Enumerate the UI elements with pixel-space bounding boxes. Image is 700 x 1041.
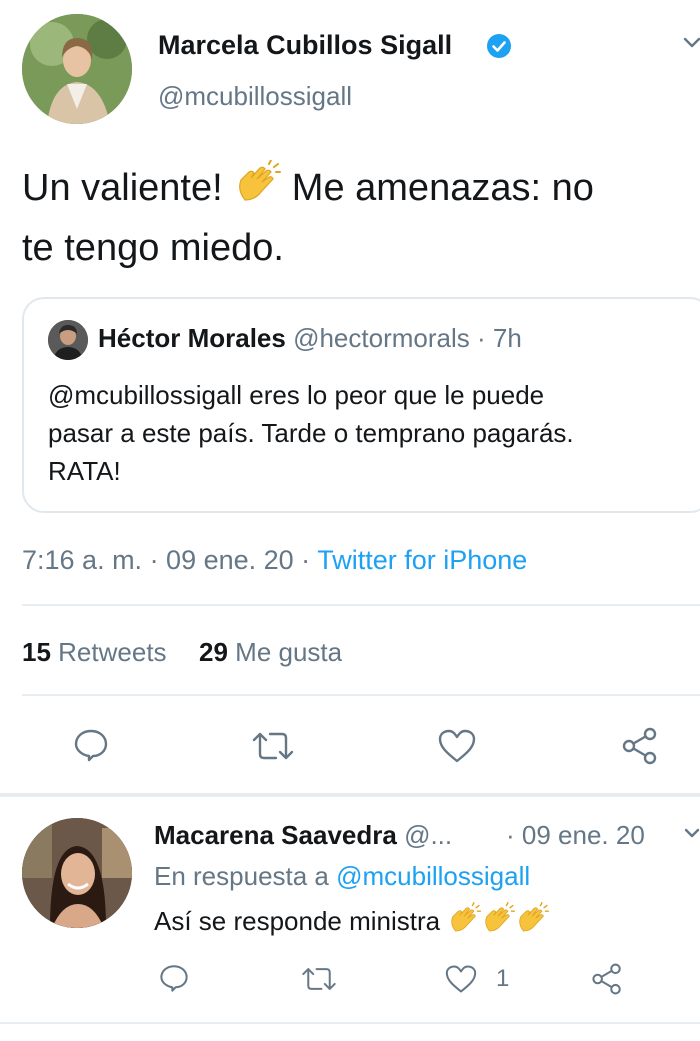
likes-stat[interactable]: 29 Me gusta [199,637,342,667]
quoted-text-line2: pasar a este país. Tarde o temprano paga… [48,418,574,448]
reply-date[interactable]: · 09 ene. 20 [506,818,645,852]
reply-like-count: 1 [496,965,510,992]
heart-icon[interactable] [437,728,477,764]
reply-share-icon[interactable] [590,962,624,996]
quoted-text: @mcubillossigall eres lo peor que le pue… [48,376,688,490]
quoted-text-line3: RATA! [48,456,121,486]
likes-count: 29 [199,637,228,667]
reply-to-label: En respuesta a [154,861,329,891]
tweet-stats: 15 Retweets 29 Me gusta [22,636,342,668]
quoted-header: Héctor Morales @hectormorals · 7h [98,321,522,355]
share-icon[interactable] [620,726,660,766]
reply-author-handle[interactable]: @... [404,820,452,850]
reply-author-avatar[interactable] [22,818,132,928]
retweet-icon[interactable] [250,728,296,764]
clapping-hands-emoji [481,902,516,946]
tweet-timestamp[interactable]: 7:16 a. m. · 09 ene. 20 · [22,545,317,575]
reply-context: En respuesta a @mcubillossigall [154,859,530,893]
reply-text: Así se responde ministra [154,902,550,946]
tweet-text-part1: Un valiente! [22,167,223,209]
clapping-hands-emoji [515,902,550,946]
reply-to-handle[interactable]: @mcubillossigall [336,861,530,891]
divider [22,604,700,606]
reply-text-content: Así se responde ministra [154,906,441,936]
divider [0,1022,700,1024]
tweet-source[interactable]: Twitter for iPhone [317,545,527,575]
reply-icon[interactable] [72,726,110,764]
reply-chevron-icon[interactable] [684,826,700,840]
quoted-author-name[interactable]: Héctor Morales [98,323,286,353]
verified-badge-icon [486,33,512,59]
reply-author-name[interactable]: Macarena Saavedra [154,820,397,850]
retweets-stat[interactable]: 15 Retweets [22,637,167,667]
quoted-author-handle[interactable]: @hectormorals [293,323,470,353]
retweets-count: 15 [22,637,51,667]
tweet-menu-chevron-icon[interactable] [682,34,700,50]
quoted-time: · 7h [469,323,522,353]
author-avatar[interactable] [22,14,132,124]
tweet-text-part3: te tengo miedo. [22,227,284,269]
reply-reply-icon[interactable] [158,962,190,994]
reply-heart-icon[interactable] [444,964,478,994]
likes-label: Me gusta [235,637,343,667]
tweet-meta: 7:16 a. m. · 09 ene. 20 · Twitter for iP… [22,543,527,577]
clapping-hands-emoji [447,902,482,946]
tweet-text-part2: Me amenazas: no [291,167,594,209]
reply-retweet-icon[interactable] [300,964,338,994]
divider [0,793,700,797]
tweet-text: Un valiente! Me amenazas: no te tengo mi… [22,159,692,275]
author-handle[interactable]: @mcubillossigall [158,80,352,112]
retweets-label: Retweets [58,637,167,667]
clapping-hands-emoji [233,159,282,221]
author-name[interactable]: Marcela Cubillos Sigall [158,28,452,62]
divider [22,694,700,696]
quoted-text-line1: @mcubillossigall eres lo peor que le pue… [48,380,545,410]
quoted-author-avatar[interactable] [48,320,88,360]
